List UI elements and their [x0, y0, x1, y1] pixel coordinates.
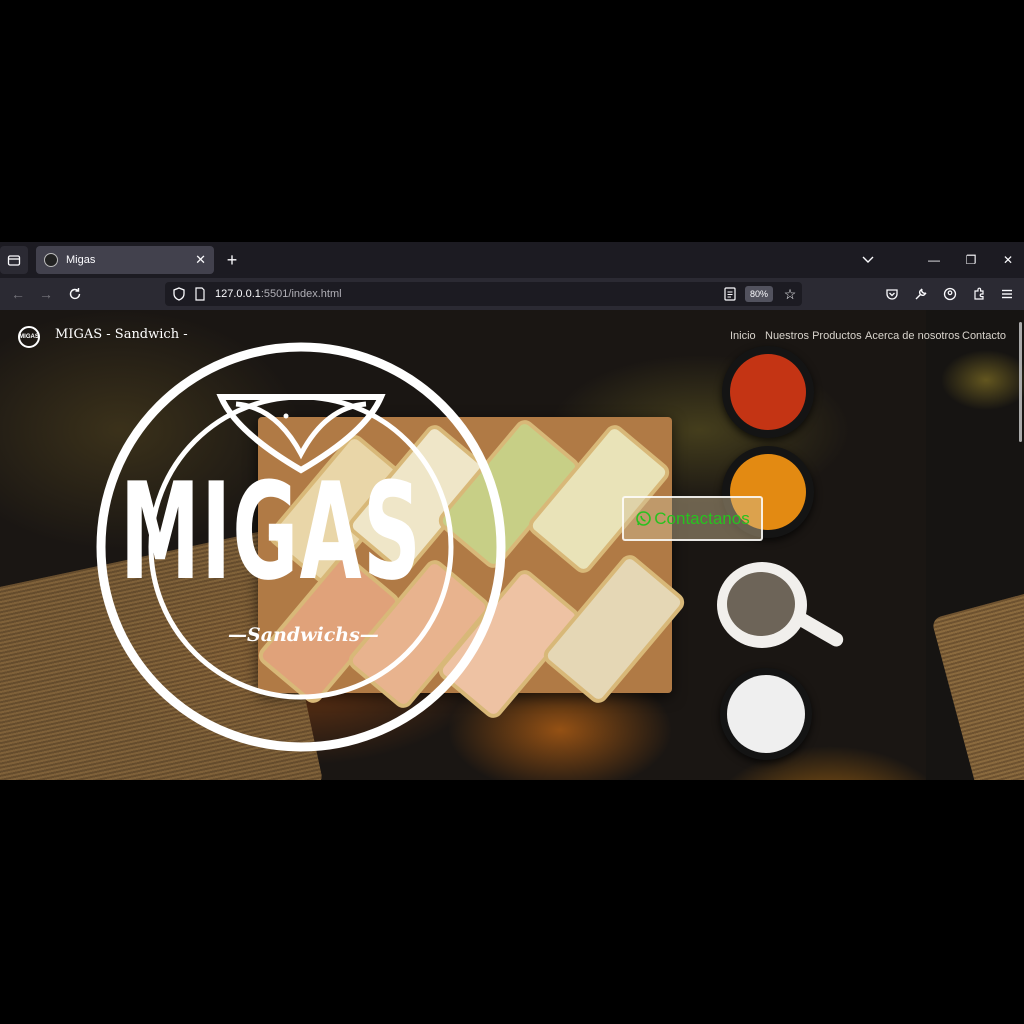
new-tab-button[interactable]: + [220, 247, 244, 273]
bookmark-star-icon[interactable]: ☆ [781, 285, 799, 303]
salt-bowl-image [720, 668, 812, 760]
back-button[interactable]: ← [6, 283, 30, 305]
letterbox-bottom [0, 780, 1024, 1024]
minimize-button[interactable]: — [916, 246, 952, 274]
forward-button[interactable]: → [34, 283, 58, 305]
whatsapp-icon [636, 511, 652, 526]
letterbox-top [0, 0, 1024, 242]
url-path: :5501/index.html [260, 288, 342, 300]
site-logo-icon[interactable]: MIGAS [18, 326, 40, 348]
tab-list-icon [7, 255, 21, 266]
url-text[interactable]: 127.0.0.1:5501/index.html [215, 288, 342, 300]
nav-link-productos[interactable]: Nuestros Productos [765, 330, 862, 342]
url-host: 127.0.0.1 [215, 288, 261, 300]
nav-link-contacto[interactable]: Contacto [962, 330, 1006, 342]
favicon-icon [44, 253, 58, 267]
hero-tagline: —Sandwichs— [228, 624, 379, 646]
contact-button-label: Contactanos [654, 508, 750, 528]
site-logo-text: MIGAS [19, 334, 39, 340]
close-tab-icon[interactable]: ✕ [195, 252, 206, 268]
wrench-icon[interactable] [912, 285, 930, 303]
paprika-bowl-image [722, 346, 814, 438]
zoom-indicator[interactable]: 80% [745, 286, 773, 302]
reload-icon [69, 288, 81, 300]
shield-icon[interactable] [172, 287, 186, 301]
reload-button[interactable] [63, 283, 87, 305]
page-icon[interactable] [194, 287, 206, 301]
reader-view-icon[interactable] [722, 286, 738, 302]
pepper-cup-image [717, 562, 807, 648]
page-viewport: MIGAS MIGAS - Sandwich - Inicio Nuestros… [0, 310, 1024, 780]
page-scrollbar[interactable] [1019, 322, 1022, 442]
restore-button[interactable]: ❐ [953, 246, 989, 274]
nav-link-inicio[interactable]: Inicio [730, 330, 756, 342]
pocket-icon[interactable] [883, 285, 901, 303]
menu-icon[interactable] [998, 285, 1016, 303]
contact-button[interactable]: Contactanos [622, 496, 763, 541]
site-name[interactable]: MIGAS - Sandwich - [55, 327, 188, 342]
extensions-icon[interactable] [970, 285, 988, 303]
nav-link-acerca[interactable]: Acerca de nosotros [865, 330, 960, 342]
chevron-down-icon[interactable] [850, 246, 886, 274]
hero-brand-title: MIGAS [120, 454, 423, 610]
tab-migas[interactable]: Migas ✕ [36, 246, 214, 274]
account-icon[interactable] [941, 285, 959, 303]
tab-list-button[interactable] [0, 246, 28, 274]
close-window-button[interactable]: ✕ [990, 246, 1024, 274]
tab-title: Migas [66, 254, 96, 266]
